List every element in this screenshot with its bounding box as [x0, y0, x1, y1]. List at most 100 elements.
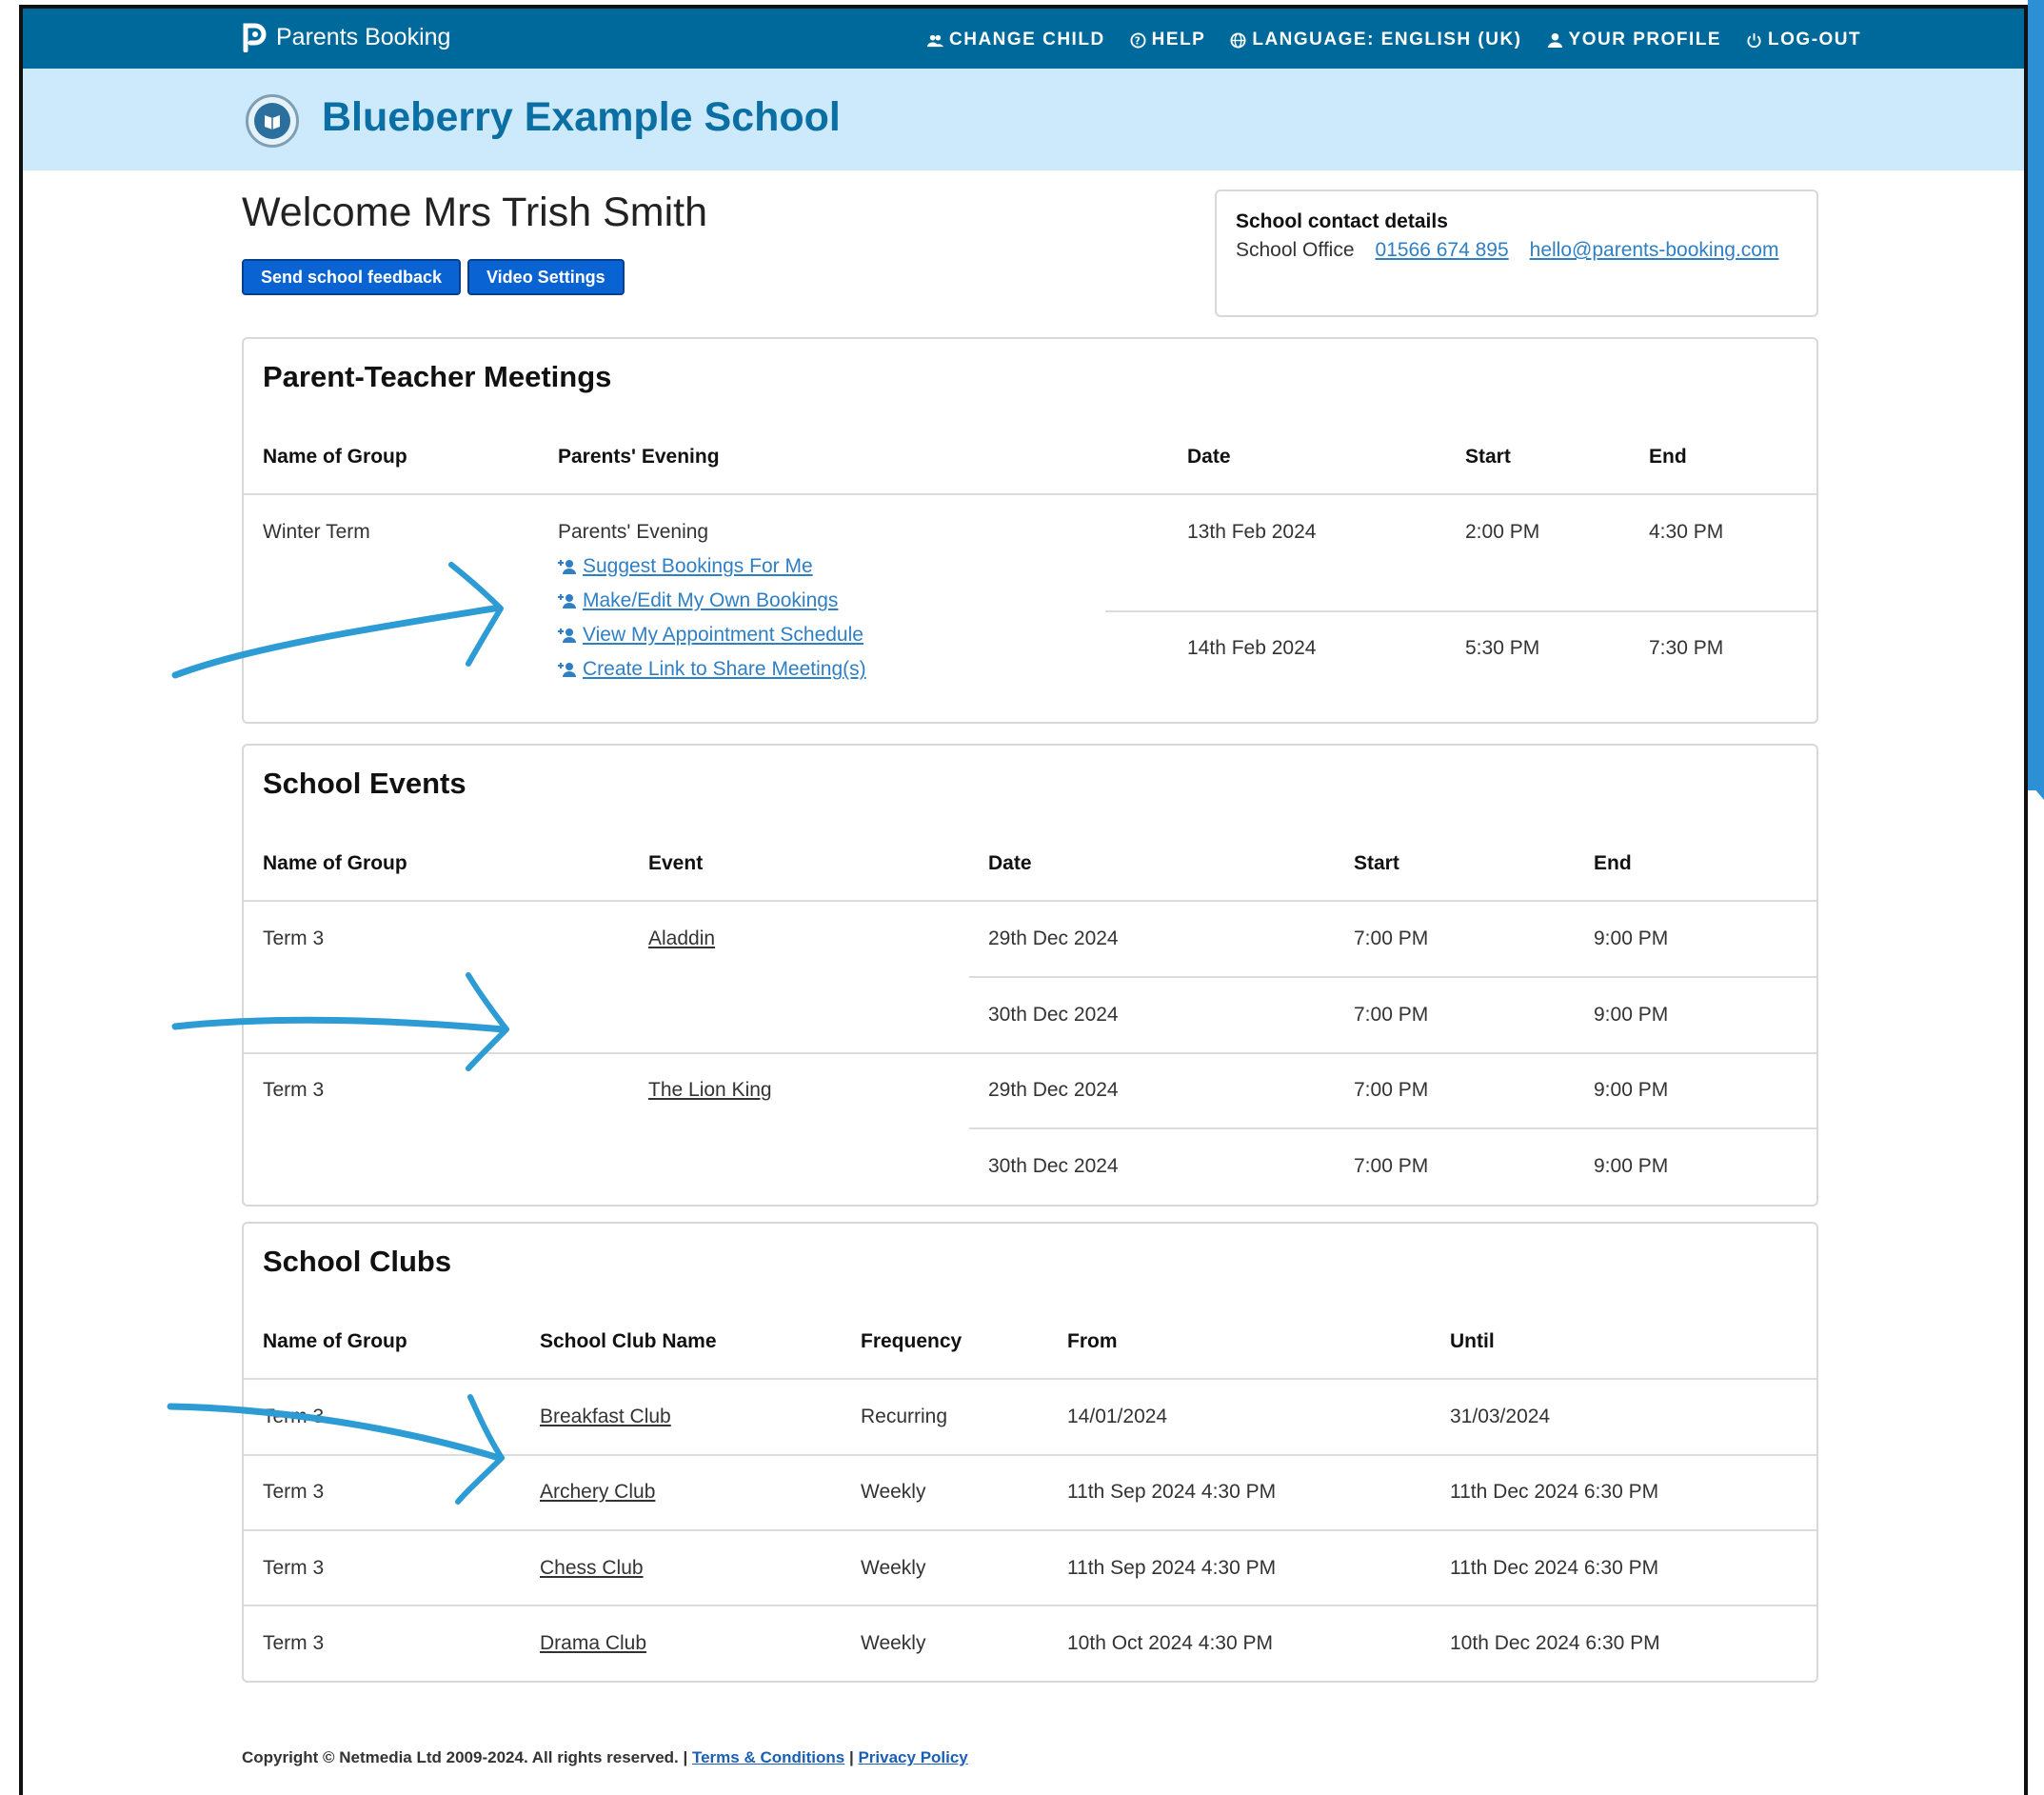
event-link-aladdin[interactable]: Aladdin	[648, 927, 715, 950]
divider	[244, 1605, 1816, 1606]
top-navigation-bar: Parents Booking CHANGE CHILD ? HELP LANG…	[23, 9, 2024, 69]
event-date: 29th Dec 2024	[988, 927, 1119, 949]
event-start: 7:00 PM	[1354, 1079, 1429, 1101]
nav-help[interactable]: ? HELP	[1130, 30, 1206, 50]
club-link-drama[interactable]: Drama Club	[540, 1632, 646, 1655]
meeting-session-start: 2:00 PM	[1465, 521, 1540, 543]
footer-copyright: Copyright © Netmedia Ltd 2009-2024. All …	[242, 1748, 688, 1766]
video-settings-button[interactable]: Video Settings	[467, 259, 625, 295]
globe-icon	[1230, 31, 1246, 49]
events-header-group: Name of Group	[263, 852, 407, 874]
user-plus-icon	[558, 663, 576, 677]
nav-language[interactable]: LANGUAGE: ENGLISH (UK)	[1230, 30, 1521, 50]
meetings-title: Parent-Teacher Meetings	[263, 360, 612, 393]
club-frequency: Weekly	[861, 1632, 926, 1654]
event-start: 7:00 PM	[1354, 927, 1429, 949]
meetings-header-start: Start	[1465, 446, 1511, 468]
power-icon	[1747, 32, 1761, 48]
event-end: 9:00 PM	[1594, 1004, 1669, 1026]
meeting-session-end: 7:30 PM	[1649, 637, 1724, 659]
user-plus-icon	[558, 628, 576, 643]
event-group: Term 3	[263, 927, 325, 949]
event-date: 30th Dec 2024	[988, 1155, 1119, 1177]
meetings-header-end: End	[1649, 446, 1687, 468]
event-date: 29th Dec 2024	[988, 1079, 1119, 1101]
terms-link[interactable]: Terms & Conditions	[692, 1748, 844, 1766]
club-frequency: Weekly	[861, 1481, 926, 1503]
events-header-date: Date	[988, 852, 1032, 874]
clubs-header-until: Until	[1450, 1330, 1495, 1352]
contact-phone-link[interactable]: 01566 674 895	[1376, 239, 1509, 262]
meeting-session-end: 4:30 PM	[1649, 521, 1724, 543]
annotation-arrow-icon	[171, 972, 509, 1071]
nav-language-label: LANGUAGE: ENGLISH (UK)	[1252, 30, 1522, 50]
club-link-breakfast[interactable]: Breakfast Club	[540, 1406, 671, 1428]
create-share-link[interactable]: Create Link to Share Meeting(s)	[558, 658, 866, 681]
contact-title: School contact details	[1236, 210, 1448, 232]
brand-name: Parents Booking	[276, 23, 451, 50]
footer-separator: |	[848, 1748, 854, 1766]
nav-menu: CHANGE CHILD ? HELP LANGUAGE: ENGLISH (U…	[927, 30, 1861, 50]
clubs-header-from: From	[1067, 1330, 1118, 1352]
event-end: 9:00 PM	[1594, 1155, 1669, 1177]
make-edit-bookings-link[interactable]: Make/Edit My Own Bookings	[558, 589, 838, 612]
club-from: 11th Sep 2024 4:30 PM	[1067, 1557, 1277, 1579]
contact-email-link[interactable]: hello@parents-booking.com	[1530, 239, 1779, 262]
clubs-header-frequency: Frequency	[861, 1330, 962, 1352]
event-start: 7:00 PM	[1354, 1004, 1429, 1026]
contact-details-card: School contact details School Office 015…	[1215, 189, 1818, 317]
divider	[969, 1127, 1816, 1129]
divider	[244, 1378, 1816, 1380]
school-name: Blueberry Example School	[322, 94, 841, 140]
annotation-arrow-icon	[171, 562, 504, 679]
meeting-session-date: 13th Feb 2024	[1187, 521, 1317, 543]
event-link-lion-king[interactable]: The Lion King	[648, 1079, 772, 1102]
meetings-event: Parents' Evening	[558, 521, 709, 543]
events-header-start: Start	[1354, 852, 1399, 874]
suggest-bookings-link[interactable]: Suggest Bookings For Me	[558, 555, 813, 578]
events-header-event: Event	[648, 852, 704, 874]
club-link-archery[interactable]: Archery Club	[540, 1481, 655, 1504]
divider	[244, 1529, 1816, 1531]
event-group: Term 3	[263, 1079, 325, 1101]
nav-help-label: HELP	[1151, 30, 1206, 50]
user-icon	[1547, 32, 1562, 48]
club-from: 10th Oct 2024 4:30 PM	[1067, 1632, 1273, 1654]
divider	[1105, 610, 1816, 612]
contact-label: School Office	[1236, 239, 1355, 261]
club-until: 11th Dec 2024 6:30 PM	[1450, 1557, 1659, 1579]
users-icon	[927, 34, 943, 47]
event-end: 9:00 PM	[1594, 1079, 1669, 1101]
send-feedback-button[interactable]: Send school feedback	[242, 259, 462, 295]
meetings-header-date: Date	[1187, 446, 1231, 468]
school-banner: Blueberry Example School	[23, 69, 2024, 170]
school-crest-icon	[246, 94, 299, 148]
clubs-header-group: Name of Group	[263, 1330, 407, 1352]
welcome-heading: Welcome Mrs Trish Smith	[242, 189, 707, 235]
club-until: 10th Dec 2024 6:30 PM	[1450, 1632, 1660, 1654]
club-link-chess[interactable]: Chess Club	[540, 1557, 644, 1580]
create-share-label: Create Link to Share Meeting(s)	[583, 658, 866, 680]
divider	[969, 976, 1816, 978]
brand[interactable]: Parents Booking	[242, 22, 450, 52]
view-schedule-link[interactable]: View My Appointment Schedule	[558, 624, 863, 647]
help-icon: ?	[1130, 31, 1146, 49]
club-from: 11th Sep 2024 4:30 PM	[1067, 1481, 1277, 1503]
club-group: Term 3	[263, 1557, 325, 1579]
parents-booking-logo-icon	[243, 23, 267, 52]
svg-text:?: ?	[1134, 35, 1141, 47]
footer: Copyright © Netmedia Ltd 2009-2024. All …	[242, 1748, 968, 1767]
nav-logout[interactable]: LOG-OUT	[1746, 30, 1861, 50]
nav-profile[interactable]: YOUR PROFILE	[1547, 30, 1722, 50]
event-date: 30th Dec 2024	[988, 1004, 1119, 1026]
club-until: 11th Dec 2024 6:30 PM	[1450, 1481, 1659, 1503]
annotation-arrow-icon	[167, 1394, 505, 1505]
meeting-session-date: 14th Feb 2024	[1187, 637, 1317, 659]
event-end: 9:00 PM	[1594, 927, 1669, 949]
nav-change-child[interactable]: CHANGE CHILD	[927, 30, 1105, 50]
divider	[244, 900, 1816, 902]
suggest-bookings-label: Suggest Bookings For Me	[583, 555, 813, 577]
privacy-link[interactable]: Privacy Policy	[858, 1748, 967, 1766]
user-plus-icon	[558, 594, 576, 608]
nav-logout-label: LOG-OUT	[1768, 30, 1862, 50]
